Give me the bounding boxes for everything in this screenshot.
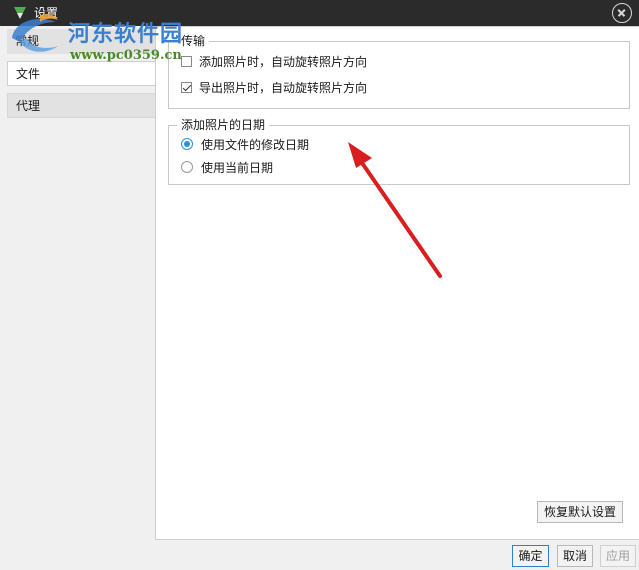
- use-current-date-radio[interactable]: 使用当前日期: [181, 159, 273, 175]
- ok-button[interactable]: 确定: [512, 545, 549, 567]
- sidebar-item-files[interactable]: 文件: [7, 61, 155, 86]
- transfer-group: 传输 添加照片时，自动旋转照片方向 导出照片时，自动旋转照片方向: [168, 34, 630, 109]
- auto-rotate-on-add-checkbox[interactable]: 添加照片时，自动旋转照片方向: [181, 53, 367, 69]
- checkbox-label: 添加照片时，自动旋转照片方向: [199, 54, 368, 69]
- settings-content-panel: 传输 添加照片时，自动旋转照片方向 导出照片时，自动旋转照片方向 添加照片的日期…: [155, 26, 639, 540]
- sidebar-item-label: 代理: [16, 99, 41, 113]
- app-logo-icon: [14, 7, 26, 19]
- radio-selected[interactable]: [181, 138, 193, 150]
- cancel-button[interactable]: 取消: [557, 545, 593, 567]
- sidebar-item-proxy[interactable]: 代理: [7, 93, 155, 118]
- sidebar-item-general[interactable]: 常规: [7, 29, 155, 54]
- use-file-modified-date-radio[interactable]: 使用文件的修改日期: [181, 136, 309, 152]
- window-title: 设置: [34, 6, 59, 20]
- auto-rotate-on-export-checkbox[interactable]: 导出照片时，自动旋转照片方向: [181, 79, 367, 95]
- checkbox-unchecked[interactable]: [181, 55, 192, 67]
- close-icon[interactable]: [612, 3, 632, 23]
- settings-sidebar: 常规 文件 代理: [0, 26, 155, 570]
- sidebar-item-label: 文件: [16, 67, 41, 81]
- radio-label: 使用文件的修改日期: [201, 137, 310, 152]
- checkbox-checked[interactable]: [181, 81, 192, 93]
- photo-date-group-title: 添加照片的日期: [177, 118, 270, 132]
- photo-date-group: 添加照片的日期 使用文件的修改日期 使用当前日期: [168, 118, 630, 185]
- restore-defaults-button[interactable]: 恢复默认设置: [537, 501, 623, 523]
- checkbox-label: 导出照片时，自动旋转照片方向: [199, 80, 368, 95]
- window-titlebar: 设置: [0, 0, 639, 26]
- apply-button[interactable]: 应用: [600, 545, 636, 567]
- radio-label: 使用当前日期: [201, 160, 274, 175]
- radio-unselected[interactable]: [181, 161, 193, 173]
- transfer-group-title: 传输: [177, 34, 210, 48]
- sidebar-item-label: 常规: [15, 34, 40, 48]
